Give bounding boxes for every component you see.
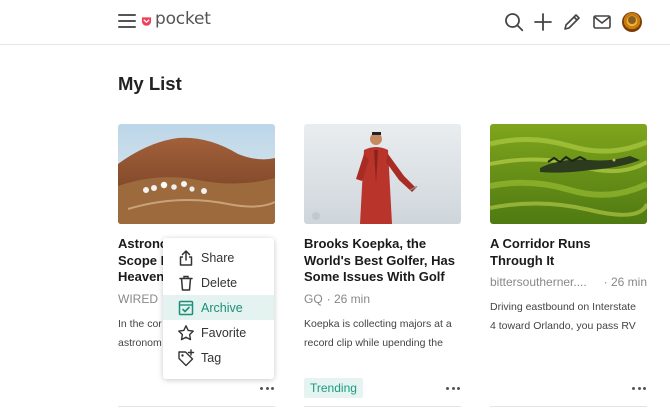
menu-item-label: Favorite xyxy=(201,325,247,340)
pocket-logo[interactable]: pocket xyxy=(141,9,211,29)
trash-icon xyxy=(177,274,195,292)
article-thumbnail-telescope[interactable] xyxy=(118,124,275,224)
article-card[interactable]: Brooks Koepka, the World's Best Golfer, … xyxy=(304,124,461,353)
share-icon xyxy=(177,249,195,267)
menu-item-delete[interactable]: Delete xyxy=(163,270,274,295)
menu-item-favorite[interactable]: Favorite xyxy=(163,320,274,345)
trending-badge[interactable]: Trending xyxy=(304,378,363,398)
card-divider xyxy=(304,406,461,407)
mail-icon[interactable] xyxy=(591,11,613,33)
article-title[interactable]: Brooks Koepka, the World's Best Golfer, … xyxy=(304,236,461,286)
article-context-menu: Share Delete Archive Favorite Tag xyxy=(163,238,274,379)
menu-item-tag[interactable]: Tag xyxy=(163,345,274,370)
avatar[interactable] xyxy=(622,12,642,32)
menu-icon[interactable] xyxy=(118,14,136,28)
add-icon[interactable] xyxy=(532,11,554,33)
article-meta: bittersoutherner.... · 26 min xyxy=(490,275,647,289)
read-time: · 26 min xyxy=(326,291,371,306)
excerpt-line: 4 toward Orlando, you pass RV xyxy=(490,320,636,332)
archive-check-icon xyxy=(177,299,195,317)
card-divider xyxy=(118,406,275,407)
article-excerpt: Driving eastbound on Interstate 4 toward… xyxy=(490,298,647,336)
tag-plus-icon xyxy=(177,348,195,367)
article-source[interactable]: bittersoutherner.... xyxy=(490,275,587,289)
read-time: · 26 min xyxy=(603,275,647,289)
article-source[interactable]: GQ xyxy=(304,292,323,306)
menu-item-share[interactable]: Share xyxy=(163,245,274,270)
excerpt-line: record clip while upending the xyxy=(304,336,443,349)
article-thumbnail-alligator[interactable] xyxy=(490,124,647,224)
title-line: A Corridor Runs xyxy=(490,236,591,251)
menu-item-archive[interactable]: Archive xyxy=(163,295,274,320)
menu-item-label: Delete xyxy=(201,275,238,290)
article-title[interactable]: A Corridor Runs Through It xyxy=(490,236,647,269)
article-meta: GQ · 26 min xyxy=(304,292,461,306)
title-line: Through It xyxy=(490,252,555,268)
excerpt-line: Koepka is collecting majors at a xyxy=(304,317,452,330)
menu-item-label: Share xyxy=(201,250,235,265)
article-source[interactable]: WIRED xyxy=(118,292,158,306)
page-title: My List xyxy=(118,73,182,94)
pocket-logo-icon xyxy=(141,16,152,26)
pencil-icon[interactable] xyxy=(561,11,583,33)
search-icon[interactable] xyxy=(503,11,525,33)
title-line: World's Best Golfer, Has xyxy=(304,252,455,268)
logo-text: pocket xyxy=(155,9,211,29)
star-icon xyxy=(177,324,195,342)
title-line: Brooks Koepka, the xyxy=(304,236,427,251)
top-nav: pocket xyxy=(0,0,670,45)
more-options-icon[interactable] xyxy=(446,385,460,391)
menu-item-label: Tag xyxy=(201,350,222,365)
more-options-icon[interactable] xyxy=(632,385,646,391)
more-options-icon[interactable] xyxy=(260,385,274,391)
excerpt-line: Driving eastbound on Interstate xyxy=(490,301,636,313)
article-thumbnail-golfer[interactable] xyxy=(304,124,461,224)
article-excerpt: Koepka is collecting majors at a record … xyxy=(304,315,461,353)
article-card[interactable]: A Corridor Runs Through It bittersouther… xyxy=(490,124,647,336)
title-line: Some Issues With Golf xyxy=(304,269,445,284)
menu-item-label: Archive xyxy=(201,300,243,315)
card-divider xyxy=(490,406,647,407)
